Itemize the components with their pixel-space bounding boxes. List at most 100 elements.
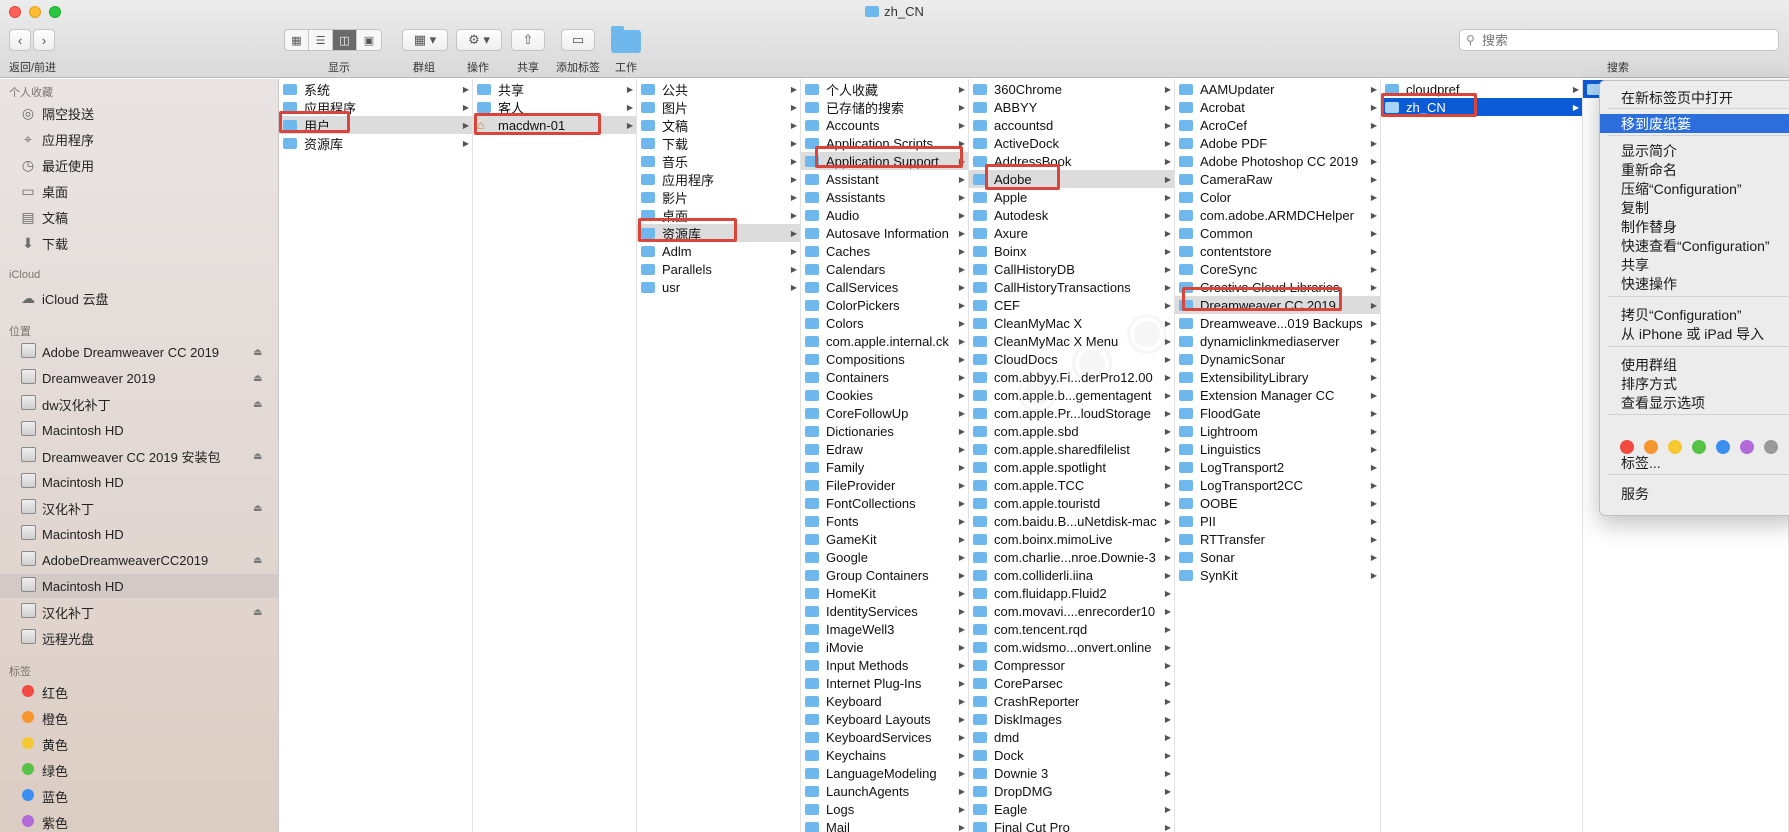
sidebar-item[interactable]: 远程光盘 <box>0 626 278 650</box>
folder-row[interactable]: 下载 ▶ <box>637 134 800 152</box>
folder-row[interactable]: Accounts ▶ <box>801 116 968 134</box>
folder-row[interactable]: com.movavi....enrecorder10 ▶ <box>969 602 1174 620</box>
folder-row[interactable]: 资源库 ▶ <box>637 224 800 242</box>
folder-row[interactable]: com.fluidapp.Fluid2 ▶ <box>969 584 1174 602</box>
folder-row[interactable]: PII ▶ <box>1175 512 1380 530</box>
folder-row[interactable]: RTTransfer ▶ <box>1175 530 1380 548</box>
folder-row[interactable]: ⌂ macdwn-01 ▶ <box>473 116 636 134</box>
folder-row[interactable]: CleanMyMac X ▶ <box>969 314 1174 332</box>
folder-row[interactable]: 360Chrome ▶ <box>969 80 1174 98</box>
folder-row[interactable]: 影片 ▶ <box>637 188 800 206</box>
folder-row[interactable]: 用户 ▶ <box>279 116 472 134</box>
folder-row[interactable]: LogTransport2CC ▶ <box>1175 476 1380 494</box>
view-switcher[interactable]: ▦ ☰ ◫ ▣ <box>284 29 382 51</box>
context-menu-item[interactable]: 显示简介 <box>1600 141 1789 160</box>
context-menu-item[interactable]: 在新标签页中打开 <box>1600 88 1789 107</box>
folder-row[interactable]: 文稿 ▶ <box>637 116 800 134</box>
folder-row[interactable]: LaunchAgents ▶ <box>801 782 968 800</box>
folder-row[interactable]: Calendars ▶ <box>801 260 968 278</box>
eject-icon[interactable]: ⏏ <box>253 347 262 358</box>
folder-row[interactable]: AAMUpdater ▶ <box>1175 80 1380 98</box>
folder-row[interactable]: Autosave Information ▶ <box>801 224 968 242</box>
eject-icon[interactable]: ⏏ <box>253 555 262 566</box>
sidebar-item[interactable]: AdobeDreamweaverCC2019 ⏏ <box>0 548 278 572</box>
context-menu-item[interactable]: 排序方式 <box>1600 374 1789 393</box>
folder-row[interactable]: Keyboard ▶ <box>801 692 968 710</box>
folder-row[interactable]: CrashReporter ▶ <box>969 692 1174 710</box>
folder-row[interactable]: com.boinx.mimoLive ▶ <box>969 530 1174 548</box>
folder-row[interactable]: Cookies ▶ <box>801 386 968 404</box>
folder-row[interactable]: Adobe ▶ <box>969 170 1174 188</box>
folder-row[interactable]: CoreFollowUp ▶ <box>801 404 968 422</box>
sidebar-item[interactable]: ▭ 桌面 <box>0 179 278 203</box>
folder-row[interactable]: Keyboard Layouts ▶ <box>801 710 968 728</box>
folder-row[interactable]: Linguistics ▶ <box>1175 440 1380 458</box>
folder-row[interactable]: Assistants ▶ <box>801 188 968 206</box>
folder-row[interactable]: Containers ▶ <box>801 368 968 386</box>
folder-row[interactable]: Adlm ▶ <box>637 242 800 260</box>
folder-row[interactable]: com.widsmo...onvert.online ▶ <box>969 638 1174 656</box>
browser-column[interactable]: 公共 ▶ 图片 ▶ 文稿 ▶ 下载 ▶ 音乐 ▶ 应用程序 ▶ 影片 ▶ 桌面 ▶ 资源库 ▶ Adlm ▶ Paral… <box>637 79 801 832</box>
sidebar-item[interactable]: dw汉化补丁 ⏏ <box>0 392 278 416</box>
folder-row[interactable]: com.baidu.B...uNetdisk-mac ▶ <box>969 512 1174 530</box>
folder-row[interactable]: Audio ▶ <box>801 206 968 224</box>
eject-icon[interactable]: ⏏ <box>253 503 262 514</box>
folder-row[interactable]: OOBE ▶ <box>1175 494 1380 512</box>
context-menu-item[interactable]: 标签... <box>1600 453 1789 472</box>
tag-color-button[interactable] <box>1668 440 1682 454</box>
context-menu-item[interactable]: 复制 <box>1600 198 1789 217</box>
folder-row[interactable]: Assistant ▶ <box>801 170 968 188</box>
folder-row[interactable]: dynamiclinkmediaserver ▶ <box>1175 332 1380 350</box>
folder-row[interactable]: Mail ▶ <box>801 818 968 832</box>
folder-row[interactable]: Dictionaries ▶ <box>801 422 968 440</box>
folder-row[interactable]: Application Scripts ▶ <box>801 134 968 152</box>
context-menu-item[interactable]: 快速操作 <box>1600 274 1789 293</box>
context-menu-item[interactable]: 拷贝“Configuration” <box>1600 305 1789 324</box>
add-tag-button[interactable]: ▭ <box>561 29 595 51</box>
folder-row[interactable]: Caches ▶ <box>801 242 968 260</box>
folder-row[interactable]: com.apple.Pr...loudStorage ▶ <box>969 404 1174 422</box>
folder-row[interactable]: com.apple.spotlight ▶ <box>969 458 1174 476</box>
folder-row[interactable]: Sonar ▶ <box>1175 548 1380 566</box>
search-input[interactable] <box>1482 30 1772 50</box>
sidebar-item[interactable]: 红色 <box>0 680 278 704</box>
folder-row[interactable]: Lightroom ▶ <box>1175 422 1380 440</box>
folder-row[interactable]: accountsd ▶ <box>969 116 1174 134</box>
search-field[interactable]: ⚲ <box>1459 29 1779 51</box>
tag-color-button[interactable] <box>1620 440 1634 454</box>
browser-column[interactable]: 共享 ▶ 客人 ▶ ⌂ macdwn-01 ▶ <box>473 79 637 832</box>
folder-row[interactable]: com.apple.sharedfilelist ▶ <box>969 440 1174 458</box>
sidebar-item[interactable]: Dreamweaver 2019 ⏏ <box>0 366 278 390</box>
folder-row[interactable]: com.charlie...nroe.Downie-3 ▶ <box>969 548 1174 566</box>
folder-row[interactable]: Color ▶ <box>1175 188 1380 206</box>
column-view-icon[interactable]: ◫ <box>333 30 357 50</box>
folder-row[interactable]: Acrobat ▶ <box>1175 98 1380 116</box>
context-menu-item[interactable]: 查看显示选项 <box>1600 393 1789 412</box>
folder-row[interactable]: iMovie ▶ <box>801 638 968 656</box>
sidebar-item[interactable]: ☁ iCloud 云盘 <box>0 286 278 310</box>
folder-row[interactable]: ImageWell3 ▶ <box>801 620 968 638</box>
sidebar-item[interactable]: 汉化补丁 ⏏ <box>0 600 278 624</box>
folder-row[interactable]: KeyboardServices ▶ <box>801 728 968 746</box>
action-button[interactable]: ⚙ ▾ <box>456 29 502 51</box>
folder-row[interactable]: Eagle ▶ <box>969 800 1174 818</box>
folder-row[interactable]: FontCollections ▶ <box>801 494 968 512</box>
folder-row[interactable]: 共享 ▶ <box>473 80 636 98</box>
folder-row[interactable]: com.apple.TCC ▶ <box>969 476 1174 494</box>
context-menu-item[interactable]: 共享 <box>1600 255 1789 274</box>
folder-row[interactable]: HomeKit ▶ <box>801 584 968 602</box>
folder-row[interactable]: Colors ▶ <box>801 314 968 332</box>
folder-row[interactable]: ActiveDock ▶ <box>969 134 1174 152</box>
folder-row[interactable]: LanguageModeling ▶ <box>801 764 968 782</box>
folder-row[interactable]: com.abbyy.Fi...derPro12.00 ▶ <box>969 368 1174 386</box>
folder-row[interactable]: DiskImages ▶ <box>969 710 1174 728</box>
tag-color-button[interactable] <box>1644 440 1658 454</box>
context-menu-item[interactable]: 重新命名 <box>1600 160 1789 179</box>
tag-color-button[interactable] <box>1740 440 1754 454</box>
browser-column[interactable]: 360Chrome ▶ ABBYY ▶ accountsd ▶ ActiveDock ▶ Add… <box>969 79 1175 832</box>
folder-row[interactable]: CoreParsec ▶ <box>969 674 1174 692</box>
folder-row[interactable]: 图片 ▶ <box>637 98 800 116</box>
folder-row[interactable]: FileProvider ▶ <box>801 476 968 494</box>
eject-icon[interactable]: ⏏ <box>253 607 262 618</box>
folder-row[interactable]: CallServices ▶ <box>801 278 968 296</box>
